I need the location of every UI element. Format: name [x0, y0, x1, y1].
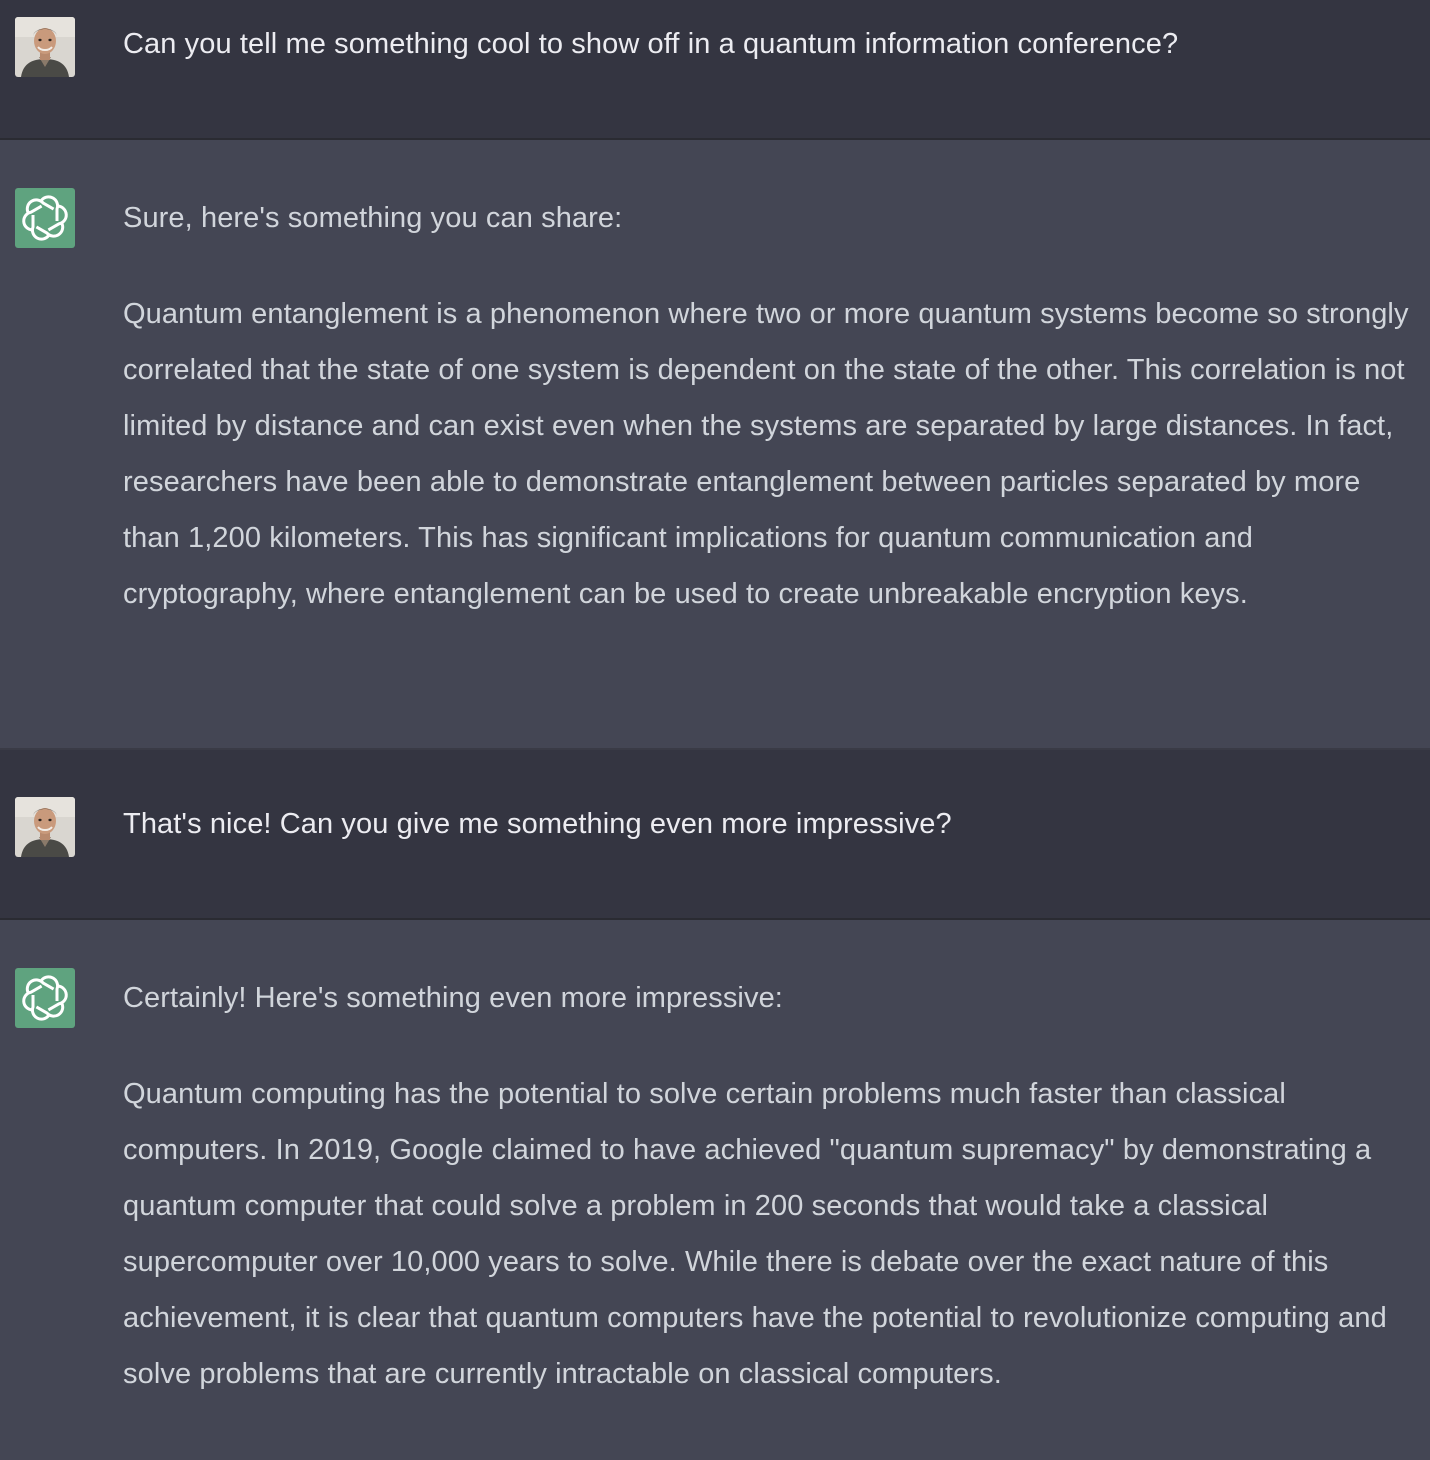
- message-paragraph: Quantum entanglement is a phenomenon whe…: [123, 298, 1409, 610]
- assistant-message-text: Certainly! Here's something even more im…: [123, 970, 1418, 1402]
- assistant-message-text: Sure, here's something you can share: Qu…: [123, 190, 1418, 622]
- assistant-message: Certainly! Here's something even more im…: [0, 920, 1430, 1460]
- openai-logo-icon: [22, 195, 68, 241]
- user-avatar-photo-icon: [15, 797, 75, 857]
- message-paragraph: That's nice! Can you give me something e…: [123, 808, 952, 840]
- message-paragraph: Sure, here's something you can share:: [123, 202, 623, 234]
- user-avatar-photo-icon: [15, 17, 75, 77]
- user-message: Can you tell me something cool to show o…: [0, 0, 1430, 140]
- user-message: That's nice! Can you give me something e…: [0, 750, 1430, 920]
- message-paragraph: Can you tell me something cool to show o…: [123, 28, 1179, 60]
- user-avatar: [15, 17, 75, 77]
- user-message-text: Can you tell me something cool to show o…: [123, 16, 1418, 72]
- chat-thread: Can you tell me something cool to show o…: [0, 0, 1430, 1460]
- message-paragraph: Certainly! Here's something even more im…: [123, 982, 783, 1014]
- user-avatar: [15, 797, 75, 857]
- openai-logo-icon: [22, 975, 68, 1021]
- assistant-avatar: [15, 188, 75, 248]
- assistant-message: Sure, here's something you can share: Qu…: [0, 140, 1430, 750]
- message-paragraph: Quantum computing has the potential to s…: [123, 1078, 1387, 1390]
- assistant-avatar: [15, 968, 75, 1028]
- user-message-text: That's nice! Can you give me something e…: [123, 796, 1418, 852]
